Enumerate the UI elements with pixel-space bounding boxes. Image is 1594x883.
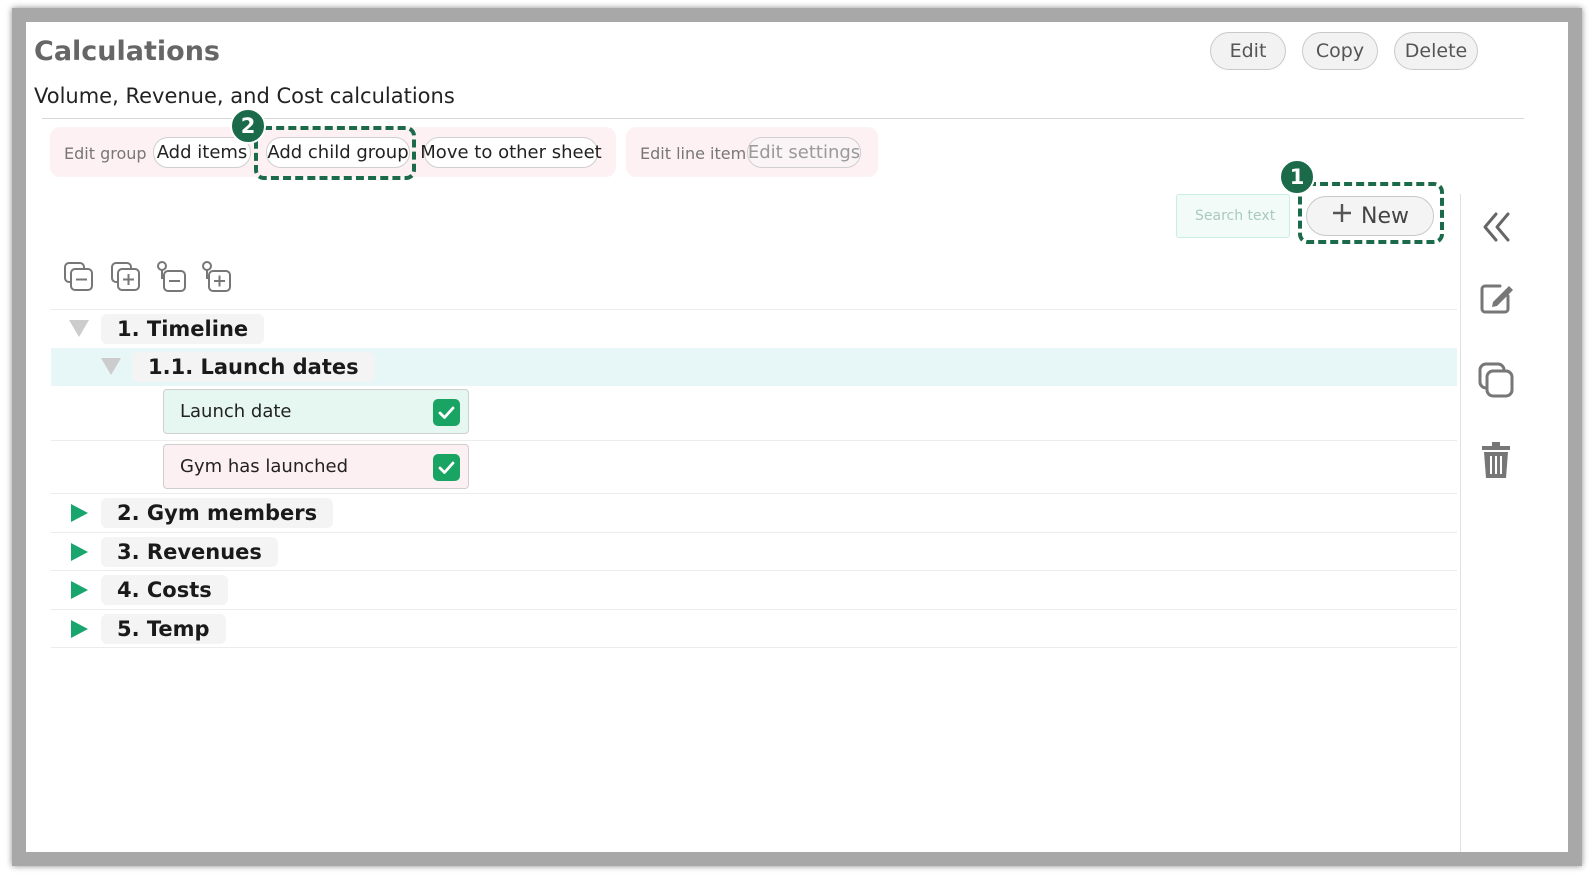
group-label: 4. Costs: [101, 575, 228, 605]
line-item-card[interactable]: Gym has launched: [163, 444, 469, 489]
search-input[interactable]: [1176, 194, 1290, 238]
edit-button[interactable]: Edit: [1210, 32, 1286, 70]
side-rail-divider: [1460, 194, 1461, 852]
copy-icon[interactable]: [1476, 360, 1516, 400]
row-divider: [51, 440, 1457, 441]
check-icon[interactable]: [433, 454, 460, 481]
line-item-label: Launch date: [180, 401, 292, 422]
tree-group-row[interactable]: 2. Gym members: [51, 494, 1457, 532]
delete-icon[interactable]: [1476, 440, 1516, 480]
collapsed-arrow-icon[interactable]: [71, 504, 88, 522]
edit-group-label: Edit group: [64, 144, 147, 163]
collapse-all-icon[interactable]: [62, 260, 96, 294]
tree-group-row[interactable]: 4. Costs: [51, 571, 1457, 609]
collapsed-arrow-icon[interactable]: [71, 620, 88, 638]
move-to-other-sheet-button[interactable]: Move to other sheet: [420, 137, 602, 168]
tree-group-row-selected[interactable]: 1.1. Launch dates: [51, 348, 1457, 386]
edit-icon[interactable]: [1476, 278, 1516, 318]
add-items-button[interactable]: Add items: [153, 137, 251, 168]
copy-button[interactable]: Copy: [1302, 32, 1378, 70]
expand-all-icon[interactable]: [109, 260, 143, 294]
calculations-panel: Calculations Edit Copy Delete Volume, Re…: [26, 22, 1542, 852]
line-item-label: Gym has launched: [180, 456, 349, 477]
row-divider: [51, 647, 1457, 648]
page-subtitle: Volume, Revenue, and Cost calculations: [34, 84, 455, 108]
collapse-children-icon[interactable]: [155, 260, 189, 294]
group-label: 5. Temp: [101, 614, 226, 644]
group-label: 1. Timeline: [101, 314, 265, 344]
check-icon[interactable]: [433, 399, 460, 426]
expanded-arrow-icon[interactable]: [101, 358, 121, 375]
delete-button[interactable]: Delete: [1394, 32, 1478, 70]
collapse-panel-icon[interactable]: [1476, 207, 1516, 247]
new-button-highlight: [1298, 182, 1444, 244]
tree-group-row[interactable]: 1. Timeline: [51, 310, 1457, 348]
step-marker-2: 2: [230, 108, 266, 144]
collapsed-arrow-icon[interactable]: [71, 543, 88, 561]
tree-group-row[interactable]: 5. Temp: [51, 610, 1457, 648]
expand-children-icon[interactable]: [200, 260, 234, 294]
edit-line-item-label: Edit line item: [640, 144, 747, 163]
page-title: Calculations: [34, 36, 220, 67]
add-child-group-highlight: [254, 126, 416, 180]
group-label: 2. Gym members: [101, 498, 334, 528]
group-label: 3. Revenues: [101, 537, 278, 567]
collapsed-arrow-icon[interactable]: [71, 581, 88, 599]
expanded-arrow-icon[interactable]: [69, 320, 89, 337]
line-item-card[interactable]: Launch date: [163, 389, 469, 434]
edit-settings-button[interactable]: Edit settings: [747, 137, 861, 168]
step-marker-1: 1: [1279, 159, 1315, 195]
tree-group-row[interactable]: 3. Revenues: [51, 533, 1457, 571]
group-label: 1.1. Launch dates: [132, 352, 375, 382]
